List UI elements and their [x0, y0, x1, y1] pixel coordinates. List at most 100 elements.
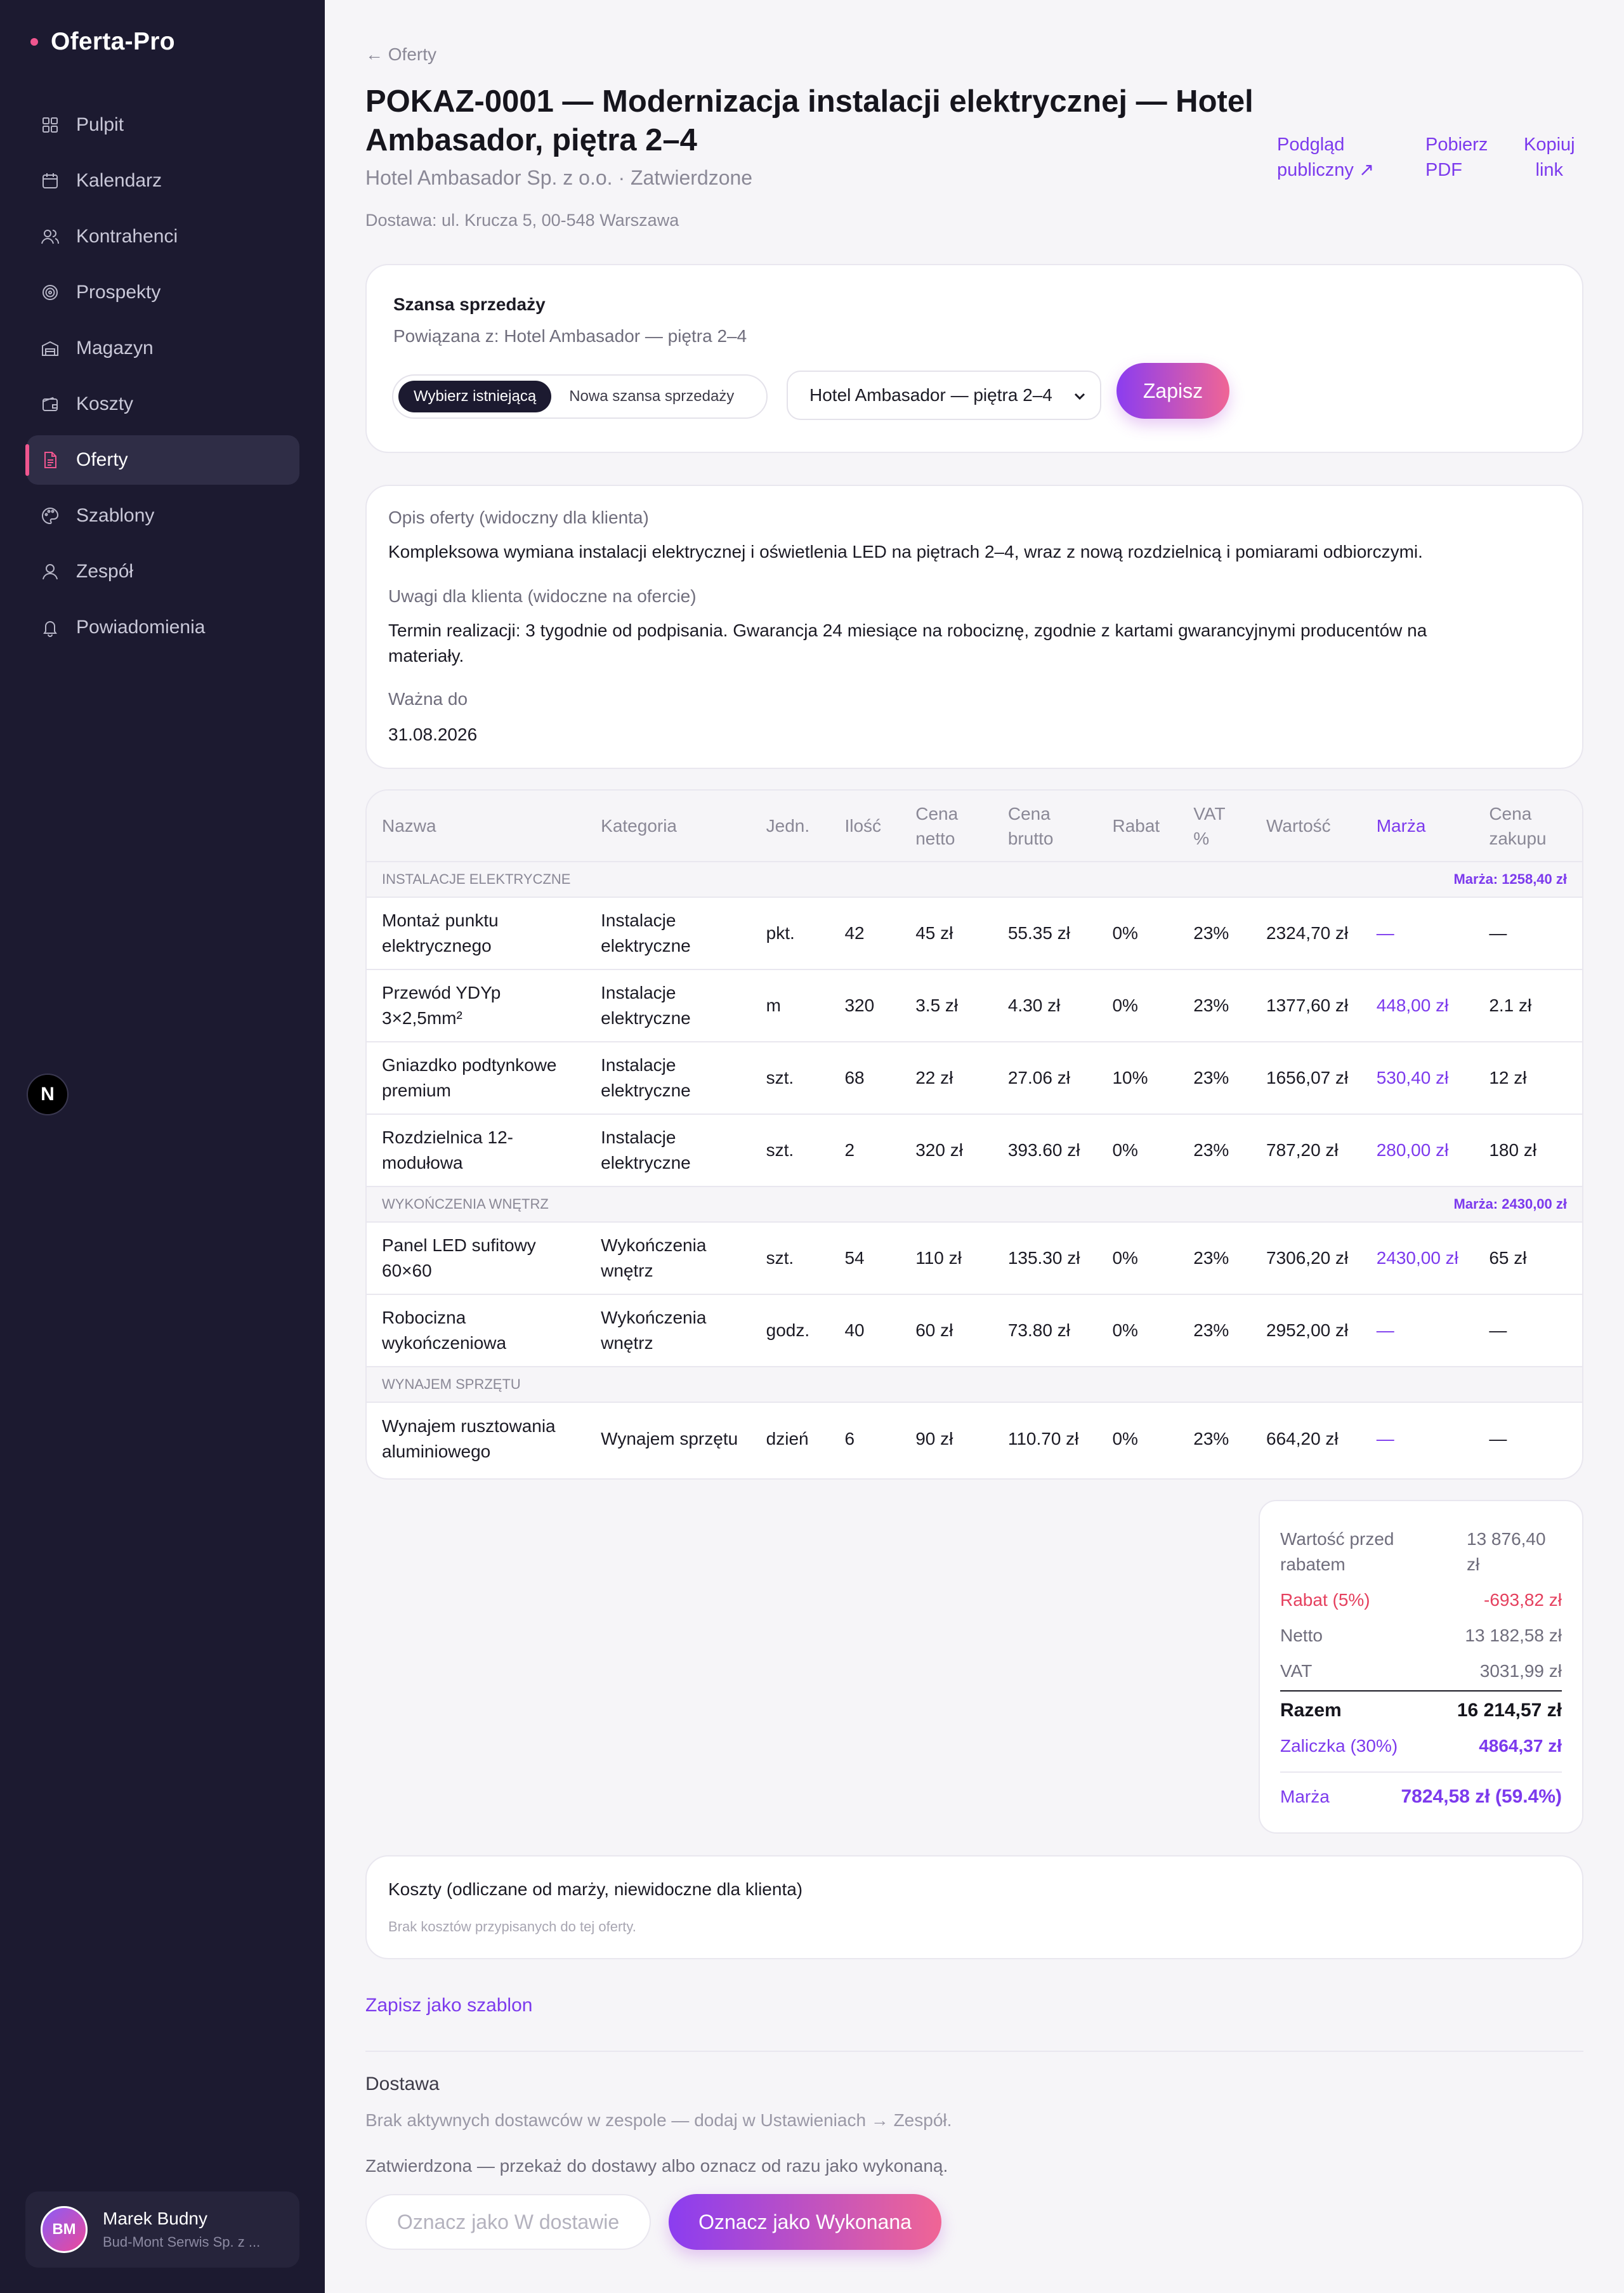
col-vat[interactable]: VAT%: [1178, 791, 1252, 862]
summary-total: Razem 16 214,57 zł: [1280, 1698, 1562, 1723]
cell-qty: 68: [829, 1042, 901, 1115]
col-discount[interactable]: Rabat: [1097, 791, 1179, 862]
cell-margin: 280,00 zł: [1361, 1114, 1474, 1187]
opportunity-select-value: Hotel Ambasador — piętra 2–4: [809, 385, 1052, 405]
valid-until-label: Ważna do: [388, 689, 468, 709]
copy-link[interactable]: Kopiuj link: [1524, 132, 1575, 183]
table-row[interactable]: Panel LED sufitowy 60×60 Wykończenia wnęt…: [367, 1222, 1582, 1295]
sidebar-item-label: Powiadomienia: [76, 617, 206, 638]
warehouse-icon: [39, 338, 61, 359]
col-margin[interactable]: Marża: [1361, 791, 1474, 862]
copy-link-label: link: [1535, 160, 1564, 180]
cell-net: 320 zł: [900, 1114, 993, 1187]
cell-qty: 54: [829, 1222, 901, 1295]
table-row[interactable]: Wynajem rusztowania aluminiowego Wynajem …: [367, 1402, 1582, 1475]
costs-empty: Brak kosztów przypisanych do tej oferty.: [388, 1919, 636, 1935]
cell-discount: 0%: [1097, 1114, 1179, 1187]
users-icon: [39, 226, 61, 247]
sidebar-item-pulpit[interactable]: Pulpit: [27, 100, 299, 150]
opportunity-title: Szansa sprzedaży: [393, 294, 546, 314]
col-net-price[interactable]: Cena netto: [900, 791, 993, 862]
divider: [365, 2051, 1583, 2052]
col-unit[interactable]: Jedn.: [750, 791, 830, 862]
cell-gross: 135.30 zł: [992, 1222, 1097, 1295]
download-pdf-label: PDF: [1425, 160, 1462, 180]
sidebar-item-magazyn[interactable]: Magazyn: [27, 324, 299, 373]
sidebar-item-kalendarz[interactable]: Kalendarz: [27, 156, 299, 206]
summary-margin-label: Marża: [1280, 1787, 1330, 1806]
cell-category: Instalacje elektryczne: [586, 969, 751, 1042]
items-table: Nazwa Kategoria Jedn. Ilość Cena netto Ce…: [367, 791, 1582, 1475]
cell-name: Panel LED sufitowy 60×60: [367, 1222, 586, 1295]
cell-unit: m: [750, 969, 830, 1042]
bell-icon: [39, 617, 61, 638]
opportunity-mode-toggle: Wybierz istniejącą Nowa szansa sprzedaży: [392, 374, 768, 419]
user-card[interactable]: BM Marek Budny Bud-Mont Serwis Sp. z ...: [25, 2191, 299, 2268]
sidebar-item-szablony[interactable]: Szablony: [27, 491, 299, 541]
sidebar-item-prospekty[interactable]: Prospekty: [27, 268, 299, 317]
sidebar-item-kontrahenci[interactable]: Kontrahenci: [27, 212, 299, 261]
sidebar-item-koszty[interactable]: Koszty: [27, 379, 299, 429]
download-pdf-link[interactable]: Pobierz PDF: [1425, 132, 1488, 183]
back-link[interactable]: ← Oferty: [365, 44, 436, 65]
summary-discount: Rabat (5%) -693,82 zł: [1280, 1587, 1562, 1613]
cell-category: Instalacje elektryczne: [586, 1114, 751, 1187]
group-margin: Marża: 1258,40 zł: [1453, 871, 1567, 887]
cell-vat: 23%: [1178, 969, 1252, 1042]
description-text: Kompleksowa wymiana instalacji elektrycz…: [388, 542, 1423, 562]
cell-net: 60 zł: [900, 1294, 993, 1367]
n-badge-icon[interactable]: N: [27, 1074, 69, 1115]
brand[interactable]: Oferta-Pro: [30, 28, 175, 56]
cell-discount: 0%: [1097, 969, 1179, 1042]
sidebar-item-label: Zespół: [76, 561, 134, 582]
summary-advance-label: Zaliczka (30%): [1280, 1736, 1398, 1756]
col-gross-price[interactable]: Cena brutto: [992, 791, 1097, 862]
cell-discount: 0%: [1097, 897, 1179, 970]
choose-existing-tab[interactable]: Wybierz istniejącą: [398, 381, 552, 412]
sidebar-nav: Pulpit Kalendarz Kontrahenci Prospekty Magaz…: [25, 100, 299, 659]
cell-gross: 393.60 zł: [992, 1114, 1097, 1187]
col-name[interactable]: Nazwa: [367, 791, 586, 862]
table-row[interactable]: Montaż punktu elektrycznego Instalacje el…: [367, 897, 1582, 970]
summary-discount-value: -693,82 zł: [1484, 1590, 1562, 1610]
items-table-card: Nazwa Kategoria Jedn. Ilość Cena netto Ce…: [365, 789, 1583, 1480]
cell-unit: szt.: [750, 1042, 830, 1115]
public-preview-label: publiczny ↗: [1277, 160, 1375, 180]
delivery-no-couriers: Brak aktywnych dostawców w zespole — dod…: [365, 2110, 952, 2130]
summary-margin-value: 7824,58 zł (59.4%): [1401, 1786, 1562, 1807]
calendar-icon: [39, 170, 61, 192]
cell-unit: szt.: [750, 1222, 830, 1295]
save-as-template-link[interactable]: Zapisz jako szablon: [365, 1995, 532, 2016]
cell-value: 2952,00 zł: [1251, 1294, 1361, 1367]
page-title: POKAZ-0001 — Modernizacja instalacji ele…: [365, 84, 1254, 157]
new-opportunity-tab[interactable]: Nowa szansa sprzedaży: [551, 388, 752, 405]
table-body: Instalacje elektryczne Marża: 1258,40 zł M…: [367, 862, 1582, 1475]
cell-qty: 320: [829, 969, 901, 1042]
col-buy-price[interactable]: Cena zakupu: [1474, 791, 1582, 862]
col-buy-label: zakupu: [1489, 828, 1547, 848]
sidebar-item-label: Oferty: [76, 449, 128, 470]
mark-in-delivery-button[interactable]: Oznacz jako W dostawie: [365, 2194, 651, 2250]
public-preview-link[interactable]: Podgląd publiczny ↗: [1277, 132, 1374, 183]
cell-net: 22 zł: [900, 1042, 993, 1115]
opportunity-select[interactable]: Hotel Ambasador — piętra 2–4: [787, 371, 1101, 420]
sidebar-item-oferty[interactable]: Oferty: [25, 435, 299, 485]
user-org: Bud-Mont Serwis Sp. z ...: [103, 2234, 261, 2250]
mark-done-button[interactable]: Oznacz jako Wykonana: [669, 2194, 941, 2250]
cell-gross: 27.06 zł: [992, 1042, 1097, 1115]
costs-title: Koszty (odliczane od marży, niewidoczne …: [388, 1879, 803, 1899]
cell-buy: —: [1489, 1428, 1507, 1449]
col-value[interactable]: Wartość: [1251, 791, 1361, 862]
col-qty[interactable]: Ilość: [829, 791, 901, 862]
cell-vat: 23%: [1178, 1042, 1252, 1115]
save-opportunity-button[interactable]: Zapisz: [1116, 363, 1229, 419]
col-net-label: Cena: [915, 803, 959, 824]
cell-category: Instalacje elektryczne: [586, 1042, 751, 1115]
table-row[interactable]: Gniazdko podtynkowe premium Instalacje el…: [367, 1042, 1582, 1115]
table-row[interactable]: Rozdzielnica 12-modułowa Instalacje elekt…: [367, 1114, 1582, 1187]
sidebar-item-powiadomienia[interactable]: Powiadomienia: [27, 603, 299, 652]
col-category[interactable]: Kategoria: [586, 791, 751, 862]
sidebar-item-zespol[interactable]: Zespół: [27, 547, 299, 596]
table-row[interactable]: Przewód YDYp 3×2,5mm² Instalacje elektryc…: [367, 969, 1582, 1042]
table-row[interactable]: Robocizna wykończeniowa Wykończenia wnętr…: [367, 1294, 1582, 1367]
